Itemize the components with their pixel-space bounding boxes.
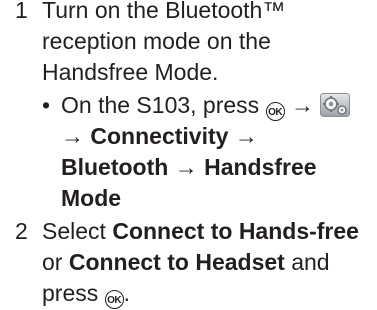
- arrow: →: [290, 92, 314, 118]
- sub-step: • On the S103, press OK → → Connectivity…: [42, 90, 377, 214]
- bullet: •: [42, 92, 51, 118]
- menu-bluetooth: Bluetooth: [61, 154, 169, 180]
- press-text: On the S103, press: [61, 92, 260, 118]
- step-text-line: or Connect to Headset and: [42, 249, 330, 275]
- step-2: 2 Select Connect to Hands-free or Connec…: [0, 216, 377, 309]
- step-text-line: Turn on the Bluetooth™: [42, 0, 286, 23]
- step-text-line: reception mode on the: [42, 28, 271, 54]
- ok-key-icon: OK: [265, 102, 285, 121]
- sub-step-line: On the S103, press OK →: [61, 90, 377, 121]
- step-1: 1 Turn on the Bluetooth™ reception mode …: [0, 0, 377, 214]
- menu-mode: Mode: [61, 185, 122, 211]
- sub-step-line: Bluetooth → Handsfree: [61, 154, 317, 180]
- option-hands-free: Connect to Hands-free: [112, 218, 359, 244]
- menu-connectivity: Connectivity: [90, 123, 229, 149]
- ok-key-icon: OK: [104, 290, 124, 309]
- option-headset: Connect to Headset: [68, 249, 285, 275]
- step-number: 1: [15, 0, 28, 23]
- settings-icon: [320, 93, 351, 117]
- menu-handsfree: Handsfree: [204, 154, 317, 180]
- step-text-line: Select Connect to Hands-free: [42, 218, 359, 244]
- step-text-line: Handsfree Mode.: [42, 59, 219, 85]
- step-number: 2: [15, 218, 28, 244]
- step-text-line: press OK.: [42, 278, 377, 309]
- sub-step-line: Mode: [61, 183, 377, 214]
- instruction-page: 1 Turn on the Bluetooth™ reception mode …: [0, 0, 377, 309]
- sub-step-line: → Connectivity →: [61, 123, 258, 149]
